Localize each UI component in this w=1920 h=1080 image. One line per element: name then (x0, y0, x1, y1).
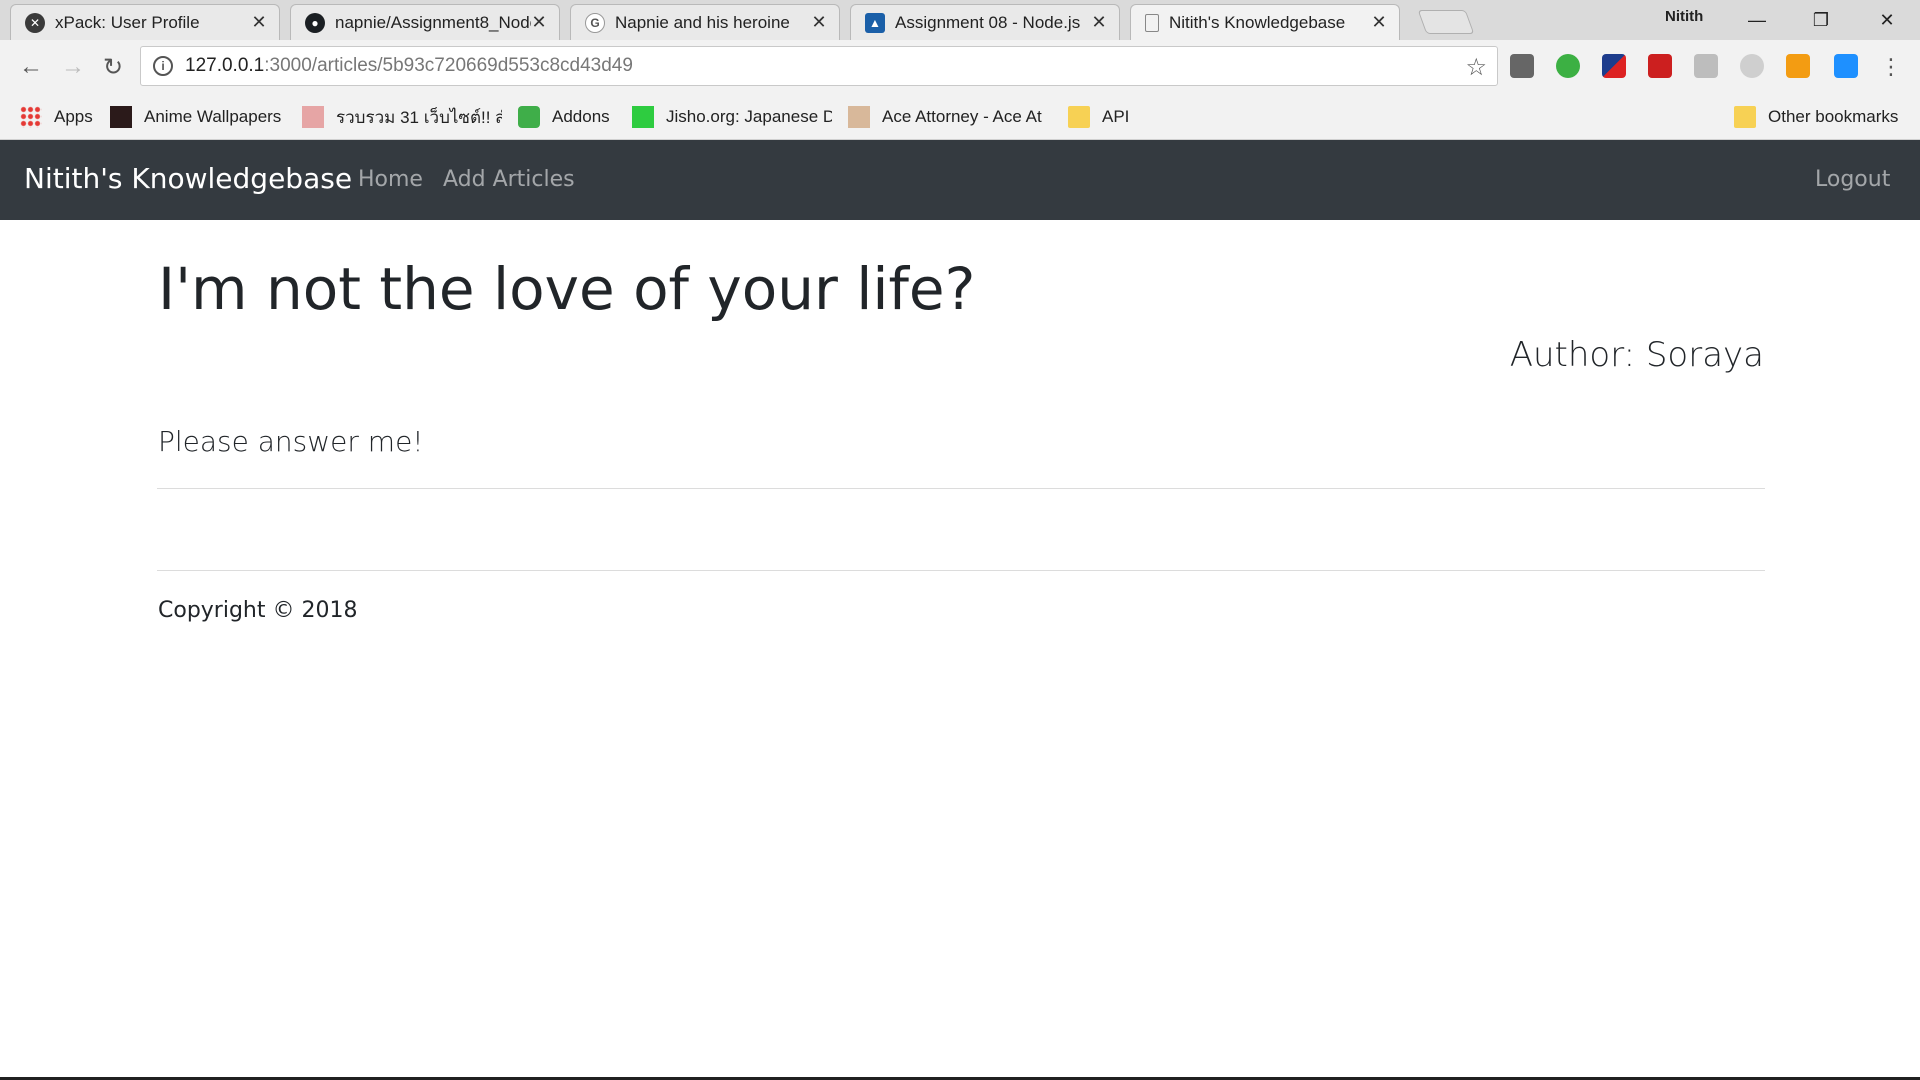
extension-icon-6[interactable] (1740, 54, 1764, 78)
browser-toolbar: ← → ↻ i 127.0.0.1:3000/articles/5b93c720… (0, 40, 1920, 94)
forward-icon[interactable]: → (56, 50, 90, 84)
bookmark-star-icon[interactable]: ☆ (1465, 53, 1487, 82)
tab-knowledgebase[interactable]: Nitith's Knowledgebase ✕ (1130, 4, 1400, 40)
bookmark-apps[interactable]: Apps (20, 104, 93, 130)
back-icon[interactable]: ← (14, 50, 48, 84)
footer-copyright: Copyright © 2018 (158, 598, 358, 623)
rss-icon[interactable] (1786, 54, 1810, 78)
nav-logout-link[interactable]: Logout (1815, 167, 1890, 192)
tab-title: Napnie and his heroine (615, 12, 790, 32)
restore-icon[interactable]: ❐ (1790, 0, 1852, 40)
tab-xpack[interactable]: ✕ xPack: User Profile ✕ (10, 4, 280, 40)
pdf-extension-icon[interactable] (1694, 54, 1718, 78)
bookmark-label: Ace Attorney - Ace At (882, 107, 1042, 126)
reload-icon[interactable]: ↻ (96, 50, 130, 84)
article-title: I'm not the love of your life? (158, 255, 976, 323)
bookmark-label: Apps (54, 107, 93, 126)
extension-icon-1[interactable] (1510, 54, 1534, 78)
bookmark-other[interactable]: Other bookmarks (1734, 104, 1898, 130)
xpack-icon: ✕ (25, 12, 45, 33)
close-tab-icon[interactable]: ✕ (251, 12, 267, 33)
apps-grid-icon (20, 106, 42, 128)
url-host: 127.0.0.1 (185, 55, 265, 76)
tab-github[interactable]: ● napnie/Assignment8_Node ✕ (290, 4, 560, 40)
divider (157, 488, 1765, 489)
article-author: Author: Soraya (1509, 335, 1764, 375)
bookmark-anime-wallpapers[interactable]: Anime Wallpapers (110, 104, 281, 130)
google-icon: G (585, 12, 605, 33)
github-icon: ● (305, 12, 325, 33)
close-tab-icon[interactable]: ✕ (1371, 12, 1387, 33)
close-tab-icon[interactable]: ✕ (531, 12, 547, 33)
address-bar[interactable]: i 127.0.0.1:3000/articles/5b93c720669d55… (140, 46, 1498, 86)
bookmark-label: Jisho.org: Japanese D (666, 107, 832, 126)
thai-site-icon (302, 106, 324, 128)
site-info-icon[interactable]: i (153, 56, 173, 76)
close-tab-icon[interactable]: ✕ (1091, 12, 1107, 33)
bookmark-ace-attorney[interactable]: Ace Attorney - Ace At (848, 104, 1048, 130)
close-window-icon[interactable]: ✕ (1856, 0, 1918, 40)
bookmark-label: Anime Wallpapers (144, 107, 282, 126)
extension-icon-8[interactable] (1834, 54, 1858, 78)
nav-home-link[interactable]: Home (358, 167, 423, 192)
extension-icon-4[interactable] (1648, 54, 1672, 78)
site-brand[interactable]: Nitith's Knowledgebase (24, 162, 352, 195)
site-navbar: Nitith's Knowledgebase Home Add Articles… (0, 140, 1920, 220)
profile-name[interactable]: Nitith (1665, 8, 1703, 25)
bookmark-jisho[interactable]: Jisho.org: Japanese D (632, 104, 832, 130)
bookmarks-bar: Apps Anime Wallpapers รวบรวม 31 เว็บไซต์… (0, 94, 1920, 140)
anime-icon (110, 106, 132, 128)
bookmark-thai-site[interactable]: รวบรวม 31 เว็บไซต์!! สำห (302, 104, 502, 130)
tab-assignment[interactable]: ▲ Assignment 08 - Node.js ✕ (850, 4, 1120, 40)
article-body: Please answer me! (158, 425, 424, 458)
footer-divider (157, 570, 1765, 571)
page-icon (1145, 13, 1159, 32)
tab-strip: ✕ xPack: User Profile ✕ ● napnie/Assignm… (0, 0, 1920, 40)
minimize-icon[interactable]: — (1726, 0, 1788, 40)
classroom-icon: ▲ (865, 12, 885, 33)
folder-icon (1734, 106, 1756, 128)
nav-add-articles-link[interactable]: Add Articles (443, 167, 575, 192)
bookmark-label: Other bookmarks (1768, 107, 1899, 126)
tab-title: Assignment 08 - Node.js (895, 12, 1081, 32)
bookmark-label: API (1102, 107, 1130, 126)
folder-icon (1068, 106, 1090, 128)
ace-attorney-icon (848, 106, 870, 128)
close-tab-icon[interactable]: ✕ (811, 12, 827, 33)
bookmark-api[interactable]: API (1068, 104, 1129, 130)
bookmark-addons[interactable]: Addons (518, 104, 610, 130)
tab-title: xPack: User Profile (55, 12, 200, 32)
menu-icon[interactable]: ⋮ (1874, 50, 1908, 84)
extension-icon-3[interactable] (1602, 54, 1626, 78)
puzzle-icon (518, 106, 540, 128)
tab-title: napnie/Assignment8_Node (335, 12, 531, 32)
extension-icon-2[interactable] (1556, 54, 1580, 78)
tab-title: Nitith's Knowledgebase (1169, 12, 1346, 32)
new-tab-button[interactable] (1417, 10, 1475, 34)
jisho-icon (632, 106, 654, 128)
url-path: :3000/articles/5b93c720669d553c8cd43d49 (264, 55, 633, 76)
bookmark-label: รวบรวม 31 เว็บไซต์!! สำห (336, 107, 502, 127)
bookmark-label: Addons (552, 107, 610, 126)
tab-napnie[interactable]: G Napnie and his heroine ✕ (570, 4, 840, 40)
